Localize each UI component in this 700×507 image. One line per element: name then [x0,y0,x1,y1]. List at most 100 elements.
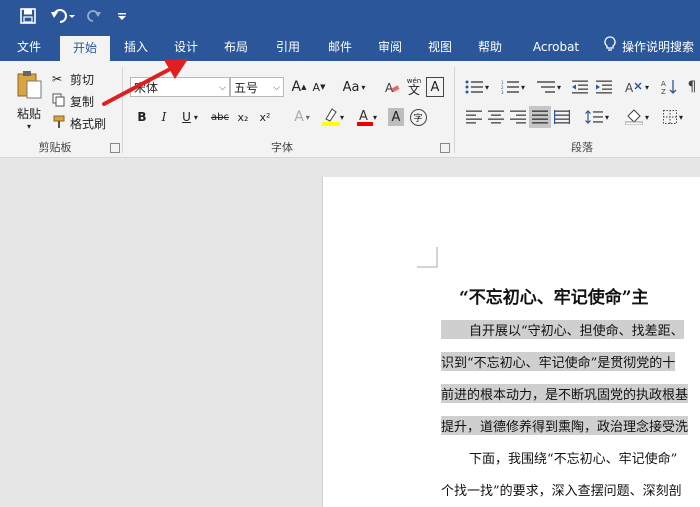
tab-home[interactable]: 开始 [60,36,110,61]
customize-icon[interactable] [114,6,130,26]
align-right-button[interactable] [508,107,528,127]
ribbon-tabs: 文件 开始 插入 设计 布局 引用 邮件 审阅 视图 帮助 Acrobat 操作… [0,33,700,61]
change-case-label: Aa [342,79,360,95]
brush-icon [52,115,70,132]
paste-button[interactable]: 粘贴 ▾ [12,69,46,131]
sort-button[interactable]: AZ [658,77,680,97]
show-hide-marks-button[interactable]: ¶ [684,77,700,97]
quick-access-toolbar [0,0,700,33]
document-line: 个找一找”的要求，深入查摆问题、深刻剖 [441,484,682,499]
tab-view[interactable]: 视图 [418,33,462,61]
clipboard-launcher[interactable] [110,143,120,153]
document-line: 自开展以“守初心、担使命、找差距、 [441,320,684,339]
tab-mailings[interactable]: 邮件 [318,33,362,61]
increase-indent-button[interactable] [594,77,614,97]
tab-review[interactable]: 审阅 [368,33,412,61]
tell-me-label: 操作说明搜索 [622,40,695,54]
clear-formatting-button[interactable]: A [382,77,402,97]
enclose-characters-icon: 字 [409,108,427,126]
line-spacing-button[interactable]: ▾ [582,107,612,127]
chevron-down-icon: ▾ [26,121,31,131]
enclose-characters-button[interactable]: 字 [408,107,428,127]
tab-layout[interactable]: 布局 [214,33,258,61]
tab-insert[interactable]: 插入 [114,33,158,61]
numbering-button[interactable]: 1 2 3 ▾ [498,77,528,97]
tab-design[interactable]: 设计 [164,33,208,61]
svg-text:A: A [359,109,368,124]
font-size-combo[interactable]: 五号 ⌵ [230,77,284,97]
asian-layout-button[interactable]: A ▾ [622,77,652,97]
align-center-icon [488,110,504,124]
redo-icon[interactable] [84,6,104,26]
paragraph-group-label: 段落 [571,141,593,154]
document-page[interactable]: “不忘初心、牢记使命”主 自开展以“守初心、担使命、找差距、 识到“不忘初心、牢… [322,177,700,507]
shrink-font-icon: A [312,80,321,94]
save-icon[interactable] [18,6,38,26]
superscript-label: x² [259,110,271,124]
strikethrough-button[interactable]: abc [208,107,232,127]
decrease-indent-icon [572,80,588,94]
tab-references[interactable]: 引用 [266,33,310,61]
decrease-indent-button[interactable] [570,77,590,97]
borders-button[interactable]: ▾ [658,107,688,127]
font-size-value: 五号 [234,81,259,95]
shrink-font-button[interactable]: A ▼ [310,77,328,97]
underline-button[interactable]: U ▾ [178,107,202,127]
copy-label: 复制 [70,94,95,109]
align-left-button[interactable] [464,107,484,127]
svg-text:A: A [661,80,666,88]
document-title: “不忘初心、牢记使命”主 [459,288,649,308]
character-border-label: A [430,79,440,95]
tab-acrobat[interactable]: Acrobat [524,33,588,61]
shading-button[interactable]: ▾ [622,107,652,127]
multilevel-list-button[interactable]: ▾ [534,77,564,97]
strikethrough-label: abc [211,111,229,123]
bullets-icon [465,80,483,94]
copy-icon [52,93,70,110]
character-shading-button[interactable]: A [388,108,404,126]
font-launcher[interactable] [440,143,450,153]
format-painter-label: 格式刷 [70,116,107,131]
bullets-button[interactable]: ▾ [462,77,492,97]
line-spacing-icon [585,110,603,124]
justify-button[interactable] [529,106,551,128]
numbering-icon: 123 [501,80,519,94]
increase-indent-icon [596,80,612,94]
cut-button[interactable]: ✂ 剪切 [52,69,102,89]
change-case-button[interactable]: Aa ▾ [338,77,370,97]
bold-button[interactable]: B [134,107,150,127]
paste-icon [15,70,43,103]
align-center-button[interactable] [486,107,506,127]
tab-help[interactable]: 帮助 [468,33,512,61]
document-line: 下面，我围绕“不忘初心、牢记使命” [469,452,678,467]
highlight-color-button[interactable]: ▾ [318,105,348,129]
document-line: 前进的根本动力，是不断巩固党的执政根基 [441,384,689,403]
undo-icon[interactable] [48,6,78,26]
ribbon-home: 粘贴 ▾ ✂ 剪切 复制 格式刷 剪贴板 宋体 ⌵ 五号 ⌵ A ▲ A ▼ Aa ▾… [0,61,700,158]
tell-me-search[interactable]: 操作说明搜索 [604,33,700,61]
font-color-button[interactable]: A ▾ [352,105,382,129]
phonetic-guide-button[interactable]: wén 文 [404,75,424,97]
grow-font-button[interactable]: A ▲ [290,77,308,97]
svg-text:3: 3 [501,90,504,94]
highlighter-icon [321,108,340,126]
document-line: 提升，道德修养得到熏陶，政治理念接受洗 [441,416,689,435]
font-name-combo[interactable]: 宋体 ⌵ [130,77,230,97]
superscript-button[interactable]: x² [256,107,274,127]
italic-button[interactable]: I [156,107,172,127]
lightbulb-icon [604,34,616,62]
format-painter-button[interactable]: 格式刷 [52,113,112,133]
character-border-button[interactable]: A [426,77,444,97]
svg-text:A: A [385,81,394,95]
margin-corner-mark [417,247,438,268]
svg-text:A: A [625,81,634,94]
copy-button[interactable]: 复制 [52,91,102,111]
font-color-icon: A [356,109,373,126]
scissors-icon: ✂ [52,72,63,86]
subscript-button[interactable]: x₂ [234,107,252,127]
paste-label: 粘贴 [16,106,41,121]
distributed-button[interactable] [552,107,572,127]
italic-label: I [161,110,167,124]
text-effects-button[interactable]: A ▾ [288,107,316,127]
tab-file[interactable]: 文件 [8,33,50,61]
